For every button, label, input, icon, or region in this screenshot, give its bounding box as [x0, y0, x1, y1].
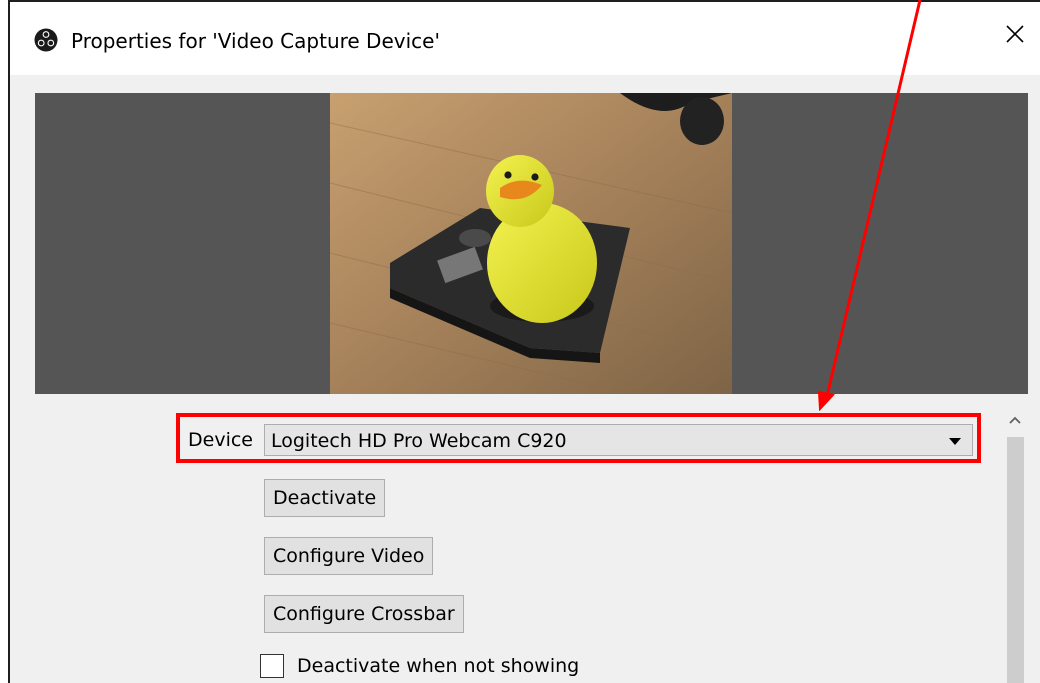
properties-scrollbar[interactable]	[998, 405, 1032, 683]
scroll-up-button[interactable]	[998, 405, 1032, 435]
close-button[interactable]	[990, 12, 1040, 56]
webcam-preview-image	[330, 93, 732, 394]
title-bar: Properties for 'Video Capture Device'	[10, 2, 1040, 75]
deactivate-when-not-showing-label: Deactivate when not showing	[297, 655, 580, 677]
device-select-value: Logitech HD Pro Webcam C920	[271, 430, 567, 452]
obs-logo-icon	[34, 28, 58, 52]
video-preview	[35, 93, 1028, 394]
configure-crossbar-button[interactable]: Configure Crossbar	[264, 595, 464, 633]
deactivate-button[interactable]: Deactivate	[264, 479, 386, 517]
device-label: Device	[188, 429, 253, 451]
scroll-thumb[interactable]	[1007, 437, 1024, 683]
device-select[interactable]: Logitech HD Pro Webcam C920	[264, 424, 973, 456]
configure-video-button[interactable]: Configure Video	[264, 537, 434, 575]
chevron-down-icon	[949, 438, 961, 445]
deactivate-when-not-showing-checkbox[interactable]	[260, 654, 284, 678]
window-title: Properties for 'Video Capture Device'	[71, 29, 440, 53]
device-row: Device Logitech HD Pro Webcam C920	[176, 413, 983, 465]
properties-dialog: Properties for 'Video Capture Device' De…	[8, 0, 1040, 683]
close-icon	[1006, 25, 1024, 43]
chevron-up-icon	[1009, 416, 1021, 424]
